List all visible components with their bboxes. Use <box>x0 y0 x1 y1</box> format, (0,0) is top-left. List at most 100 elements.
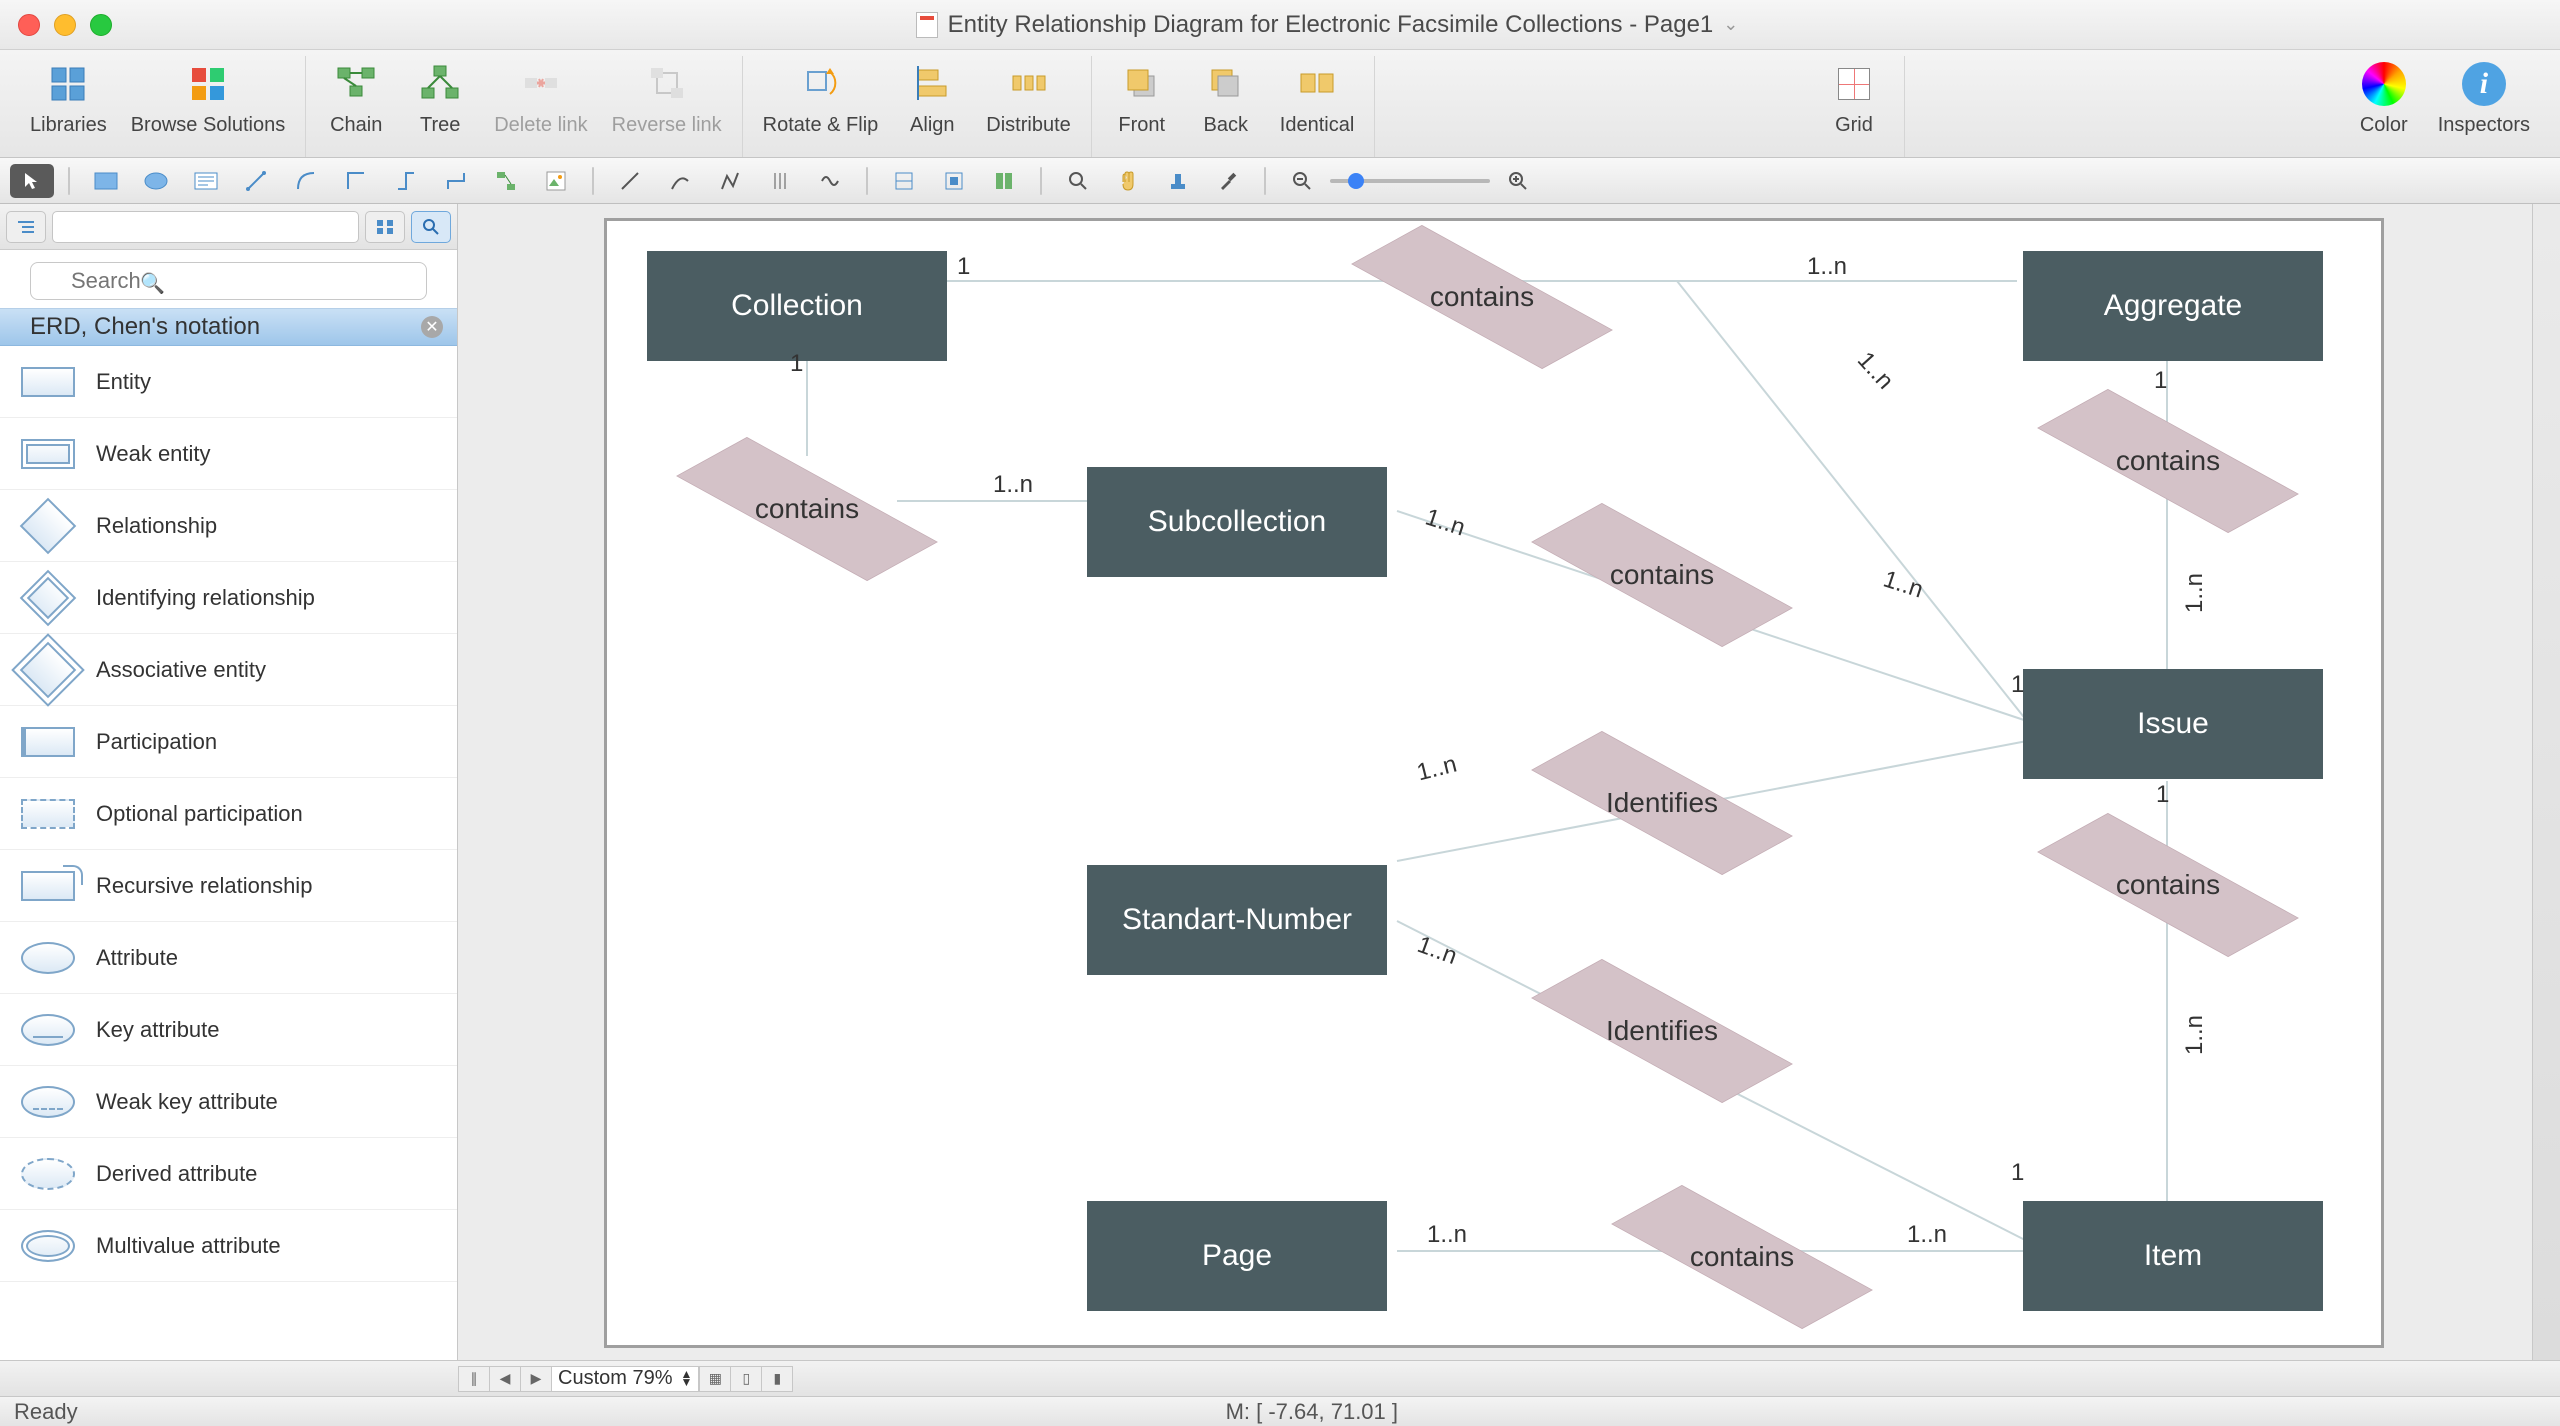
lib-item-identifying-relationship[interactable]: Identifying relationship <box>0 562 457 634</box>
sidebar-search-mode[interactable] <box>411 211 451 243</box>
connector-tool-6[interactable] <box>484 164 528 198</box>
inspectors-button[interactable]: i Inspectors <box>2438 62 2530 137</box>
vertical-scrollbar[interactable] <box>2532 204 2560 1360</box>
insert-image-tool[interactable] <box>534 164 578 198</box>
lib-item-participation[interactable]: Participation <box>0 706 457 778</box>
prev-page-button[interactable]: ◀ <box>489 1366 521 1392</box>
zoom-in-button[interactable] <box>1496 164 1540 198</box>
rel-collection-aggregate[interactable]: contains <box>1347 247 1617 347</box>
entity-subcollection[interactable]: Subcollection <box>1087 467 1387 577</box>
pause-pages-icon[interactable]: ∥ <box>458 1366 490 1392</box>
rel-standart-issue[interactable]: Identifies <box>1527 753 1797 853</box>
library-header[interactable]: ERD, Chen's notation ✕ <box>0 308 457 346</box>
hand-tool[interactable] <box>1106 164 1150 198</box>
canvas-area[interactable]: Collection Aggregate Subcollection Issue… <box>458 204 2560 1360</box>
line-tool-2[interactable] <box>658 164 702 198</box>
status-bar: Ready M: [ -7.64, 71.01 ] <box>0 1396 2560 1426</box>
rel-collection-subcollection[interactable]: contains <box>672 459 942 559</box>
eyedropper-tool[interactable] <box>1206 164 1250 198</box>
separator <box>1040 167 1042 195</box>
lib-item-optional-participation[interactable]: Optional participation <box>0 778 457 850</box>
sidebar-grid-mode[interactable] <box>365 211 405 243</box>
connector-tool-4[interactable] <box>384 164 428 198</box>
zoom-tool[interactable] <box>1056 164 1100 198</box>
stepper-icon[interactable]: ▲▼ <box>681 1371 693 1385</box>
lib-item-multivalue-attribute[interactable]: Multivalue attribute <box>0 1210 457 1282</box>
entity-issue[interactable]: Issue <box>2023 669 2323 779</box>
entity-aggregate[interactable]: Aggregate <box>2023 251 2323 361</box>
distribute-icon <box>1007 62 1051 106</box>
lib-item-relationship[interactable]: Relationship <box>0 490 457 562</box>
sidebar-top-controls <box>0 204 457 250</box>
identical-icon <box>1295 62 1339 106</box>
chain-button[interactable]: Chain <box>326 62 386 137</box>
text-tool[interactable] <box>184 164 228 198</box>
line-tool-5[interactable] <box>808 164 852 198</box>
minimize-window-button[interactable] <box>54 14 76 36</box>
edges <box>607 221 2381 1345</box>
entity-standart-number[interactable]: Standart-Number <box>1087 865 1387 975</box>
snap-tool-1[interactable] <box>882 164 926 198</box>
canvas[interactable]: Collection Aggregate Subcollection Issue… <box>604 218 2384 1348</box>
front-button[interactable]: Front <box>1112 62 1172 137</box>
entity-page[interactable]: Page <box>1087 1201 1387 1311</box>
view-mode-1[interactable]: ▦ <box>699 1366 731 1392</box>
align-button[interactable]: Align <box>902 62 962 137</box>
rectangle-tool[interactable] <box>84 164 128 198</box>
tree-button[interactable]: Tree <box>410 62 470 137</box>
entity-collection[interactable]: Collection <box>647 251 947 361</box>
lib-item-derived-attribute[interactable]: Derived attribute <box>0 1138 457 1210</box>
rel-subcollection-issue[interactable]: contains <box>1527 525 1797 625</box>
library-title: ERD, Chen's notation <box>30 313 260 341</box>
zoom-level[interactable]: Custom 79% ▲▼ <box>551 1366 699 1392</box>
connector-tool-1[interactable] <box>234 164 278 198</box>
grid-button[interactable]: Grid <box>1824 62 1884 137</box>
connector-tool-3[interactable] <box>334 164 378 198</box>
ellipse-tool[interactable] <box>134 164 178 198</box>
lib-item-weak-key-attribute[interactable]: Weak key attribute <box>0 1066 457 1138</box>
lib-item-entity[interactable]: Entity <box>0 346 457 418</box>
snap-tool-3[interactable] <box>982 164 1026 198</box>
libraries-button[interactable]: Libraries <box>30 62 107 137</box>
view-mode-3[interactable]: ▮ <box>761 1366 793 1392</box>
view-mode-2[interactable]: ▯ <box>730 1366 762 1392</box>
line-tool-3[interactable] <box>708 164 752 198</box>
identical-button[interactable]: Identical <box>1280 62 1355 137</box>
next-page-button[interactable]: ▶ <box>520 1366 552 1392</box>
color-button[interactable]: Color <box>2354 62 2414 137</box>
connector-tool-2[interactable] <box>284 164 328 198</box>
sidebar-tree-mode[interactable] <box>6 211 46 243</box>
chevron-down-icon[interactable]: ⌄ <box>1723 14 1738 35</box>
rel-page-item[interactable]: contains <box>1607 1207 1877 1307</box>
back-button[interactable]: Back <box>1196 62 1256 137</box>
reverse-link-button: Reverse link <box>612 62 722 137</box>
zoom-slider[interactable] <box>1330 179 1490 183</box>
card-1d: 1 <box>2011 671 2024 699</box>
lib-item-weak-entity[interactable]: Weak entity <box>0 418 457 490</box>
line-tool-4[interactable] <box>758 164 802 198</box>
lib-item-associative-entity[interactable]: Associative entity <box>0 634 457 706</box>
rotate-flip-icon <box>798 62 842 106</box>
lib-item-recursive-relationship[interactable]: Recursive relationship <box>0 850 457 922</box>
browse-solutions-button[interactable]: Browse Solutions <box>131 62 286 137</box>
close-library-icon[interactable]: ✕ <box>421 316 443 338</box>
close-window-button[interactable] <box>18 14 40 36</box>
rel-issue-item[interactable]: contains <box>2033 835 2303 935</box>
zoom-out-button[interactable] <box>1280 164 1324 198</box>
tree-icon <box>418 62 462 106</box>
lib-item-attribute[interactable]: Attribute <box>0 922 457 994</box>
search-input[interactable] <box>30 262 427 300</box>
stamp-tool[interactable] <box>1156 164 1200 198</box>
entity-item[interactable]: Item <box>2023 1201 2323 1311</box>
rotate-flip-button[interactable]: Rotate & Flip <box>763 62 879 137</box>
snap-tool-2[interactable] <box>932 164 976 198</box>
zoom-window-button[interactable] <box>90 14 112 36</box>
sidebar-filter[interactable] <box>52 211 359 243</box>
rel-aggregate-issue[interactable]: contains <box>2033 411 2303 511</box>
lib-item-key-attribute[interactable]: Key attribute <box>0 994 457 1066</box>
distribute-button[interactable]: Distribute <box>986 62 1070 137</box>
line-tool-1[interactable] <box>608 164 652 198</box>
rel-standart-item[interactable]: Identifies <box>1527 981 1797 1081</box>
connector-tool-5[interactable] <box>434 164 478 198</box>
pointer-tool[interactable] <box>10 164 54 198</box>
